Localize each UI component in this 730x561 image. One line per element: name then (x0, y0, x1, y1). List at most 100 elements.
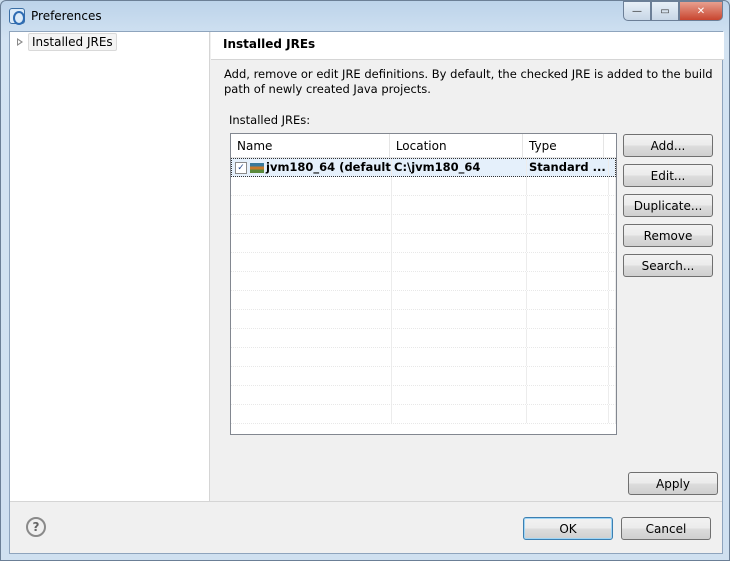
empty-row (231, 196, 616, 215)
jre-table: Name Location Type ✓ jvm180_64 (default) … (230, 133, 617, 435)
empty-cell (231, 367, 392, 385)
empty-cell (392, 215, 527, 233)
empty-cell (527, 177, 609, 195)
search-button[interactable]: Search... (623, 254, 713, 277)
dialog-client: Installed JREs Installed JREs Add, remov… (9, 31, 724, 554)
empty-cell (527, 348, 609, 366)
preferences-window: Preferences — ▭ ✕ Installed JREs Install… (0, 0, 730, 561)
empty-row (231, 272, 616, 291)
empty-cell (231, 405, 392, 423)
empty-row (231, 329, 616, 348)
window-title: Preferences (31, 9, 102, 23)
preference-tree: Installed JREs (10, 32, 210, 501)
empty-cell (527, 310, 609, 328)
empty-cell (392, 348, 527, 366)
page-title: Installed JREs (211, 32, 724, 60)
column-header-filler (604, 134, 616, 157)
empty-cell (527, 291, 609, 309)
empty-cell (609, 177, 616, 195)
empty-cell (231, 272, 392, 290)
empty-cell (392, 177, 527, 195)
empty-cell (231, 310, 392, 328)
empty-row (231, 177, 616, 196)
jre-name: jvm180_64 (default) (266, 160, 392, 174)
preference-page: Installed JREs Add, remove or edit JRE d… (211, 32, 724, 501)
empty-cell (392, 405, 527, 423)
cell-name: ✓ jvm180_64 (default) (231, 158, 392, 176)
jre-library-icon (250, 162, 264, 173)
empty-cell (231, 253, 392, 271)
empty-cell (527, 215, 609, 233)
empty-cell (392, 234, 527, 252)
empty-cell (392, 329, 527, 347)
empty-row (231, 310, 616, 329)
table-row[interactable]: ✓ jvm180_64 (default) C:\jvm180_64 Standa… (231, 158, 616, 177)
empty-cell (392, 253, 527, 271)
expand-triangle-icon[interactable] (16, 37, 24, 47)
empty-cell (609, 215, 616, 233)
empty-cell (609, 310, 616, 328)
empty-cell (609, 196, 616, 214)
add-button[interactable]: Add... (623, 134, 713, 157)
cancel-button[interactable]: Cancel (621, 517, 711, 540)
empty-cell (527, 272, 609, 290)
empty-cell (609, 234, 616, 252)
empty-cell (231, 329, 392, 347)
empty-row (231, 215, 616, 234)
empty-rows (231, 177, 616, 424)
jre-location: C:\jvm180_64 (392, 158, 527, 176)
empty-row (231, 386, 616, 405)
empty-cell (392, 272, 527, 290)
empty-cell (609, 253, 616, 271)
empty-cell (392, 196, 527, 214)
jre-type: Standard ... (527, 158, 609, 176)
remove-button[interactable]: Remove (623, 224, 713, 247)
page-description: Add, remove or edit JRE definitions. By … (224, 67, 713, 96)
duplicate-button[interactable]: Duplicate... (623, 194, 713, 217)
empty-cell (392, 310, 527, 328)
empty-cell (231, 196, 392, 214)
maximize-button[interactable]: ▭ (651, 1, 679, 21)
empty-cell (231, 386, 392, 404)
apply-button[interactable]: Apply (628, 472, 718, 495)
empty-cell (392, 291, 527, 309)
column-header-type[interactable]: Type (523, 134, 604, 157)
empty-row (231, 405, 616, 424)
empty-cell (609, 272, 616, 290)
column-header-location[interactable]: Location (390, 134, 524, 157)
empty-cell (609, 386, 616, 404)
empty-cell (231, 177, 392, 195)
empty-cell (527, 329, 609, 347)
empty-row (231, 253, 616, 272)
ok-button[interactable]: OK (523, 517, 613, 540)
empty-cell (609, 348, 616, 366)
table-header: Name Location Type (231, 134, 616, 158)
empty-cell (609, 367, 616, 385)
empty-cell (527, 196, 609, 214)
empty-cell (527, 367, 609, 385)
empty-cell (392, 386, 527, 404)
empty-cell (527, 386, 609, 404)
empty-cell (231, 215, 392, 233)
empty-row (231, 348, 616, 367)
empty-row (231, 367, 616, 386)
column-header-name[interactable]: Name (231, 134, 390, 157)
empty-cell (609, 405, 616, 423)
tree-item-installed-jres[interactable]: Installed JREs (16, 33, 117, 51)
default-jre-checkbox[interactable]: ✓ (235, 161, 247, 174)
app-icon (9, 8, 25, 25)
close-button[interactable]: ✕ (679, 1, 723, 21)
empty-cell (231, 291, 392, 309)
tree-item-label: Installed JREs (28, 33, 117, 51)
cell-filler (609, 158, 616, 176)
edit-button[interactable]: Edit... (623, 164, 713, 187)
empty-cell (231, 348, 392, 366)
empty-cell (392, 367, 527, 385)
empty-cell (527, 405, 609, 423)
empty-cell (609, 291, 616, 309)
empty-cell (527, 234, 609, 252)
minimize-button[interactable]: — (623, 1, 651, 21)
help-icon[interactable]: ? (26, 517, 46, 537)
empty-row (231, 291, 616, 310)
table-label: Installed JREs: (229, 113, 311, 127)
